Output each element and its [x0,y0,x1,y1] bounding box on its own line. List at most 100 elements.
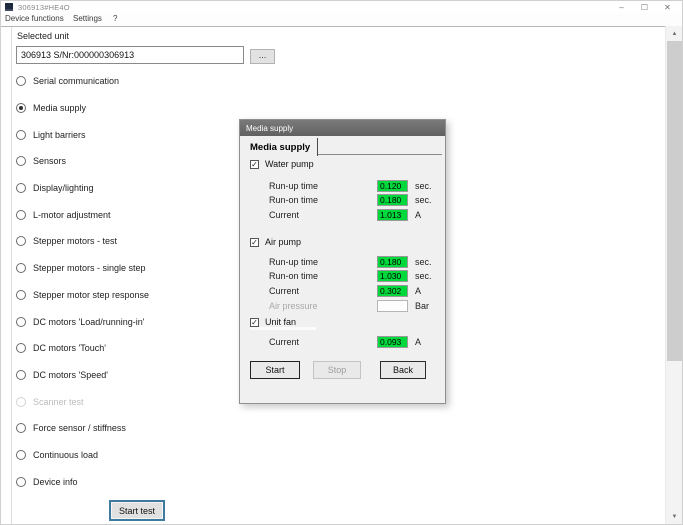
row-label: Run-on time [269,195,318,205]
radio-stepper-motors-test[interactable]: Stepper motors - test [16,228,149,255]
water-pump-run-on-row: Run-on time 0.180 sec. [240,194,445,207]
radio-icon [16,423,26,433]
vertical-scrollbar[interactable]: ▲ ▼ [665,26,682,524]
row-label: Current [269,286,299,296]
radio-icon [16,370,26,380]
value-field: 0.302 [377,285,408,297]
row-label: Air pressure [269,301,318,311]
close-icon[interactable]: ✕ [656,1,679,13]
radio-icon [16,156,26,166]
unit-label: sec. [415,271,432,281]
checkbox-checked-icon: ✓ [250,160,259,169]
start-button[interactable]: Start [250,361,300,379]
air-pump-current-row: Current 0.302 A [240,285,445,298]
value-field: 1.013 [377,209,408,221]
air-pump-run-up-row: Run-up time 0.180 sec. [240,256,445,269]
air-pump-air-pressure-row: Air pressure Bar [240,300,445,313]
radio-l-motor-adjustment[interactable]: L-motor adjustment [16,201,149,228]
radio-continuous-load[interactable]: Continuous load [16,442,149,469]
radio-icon [16,290,26,300]
app-window: 306913#HE4O – ☐ ✕ Device functions Setti… [0,0,683,525]
app-icon [5,3,13,11]
menu-bar: Device functions Settings ? [1,13,682,26]
dialog-tab-strip: Media supply [243,138,442,155]
unit-fan-current-row: Current 0.093 A [240,336,445,349]
radio-icon [16,236,26,246]
maximize-icon[interactable]: ☐ [633,1,656,13]
radio-icon [16,343,26,353]
row-label: Run-on time [269,271,318,281]
unit-fan-progress-strip [250,327,316,330]
radio-icon [16,450,26,460]
value-field: 0.120 [377,180,408,192]
air-pump-checkbox[interactable]: ✓ Air pump [250,236,301,248]
radio-icon [16,317,26,327]
unit-label: sec. [415,195,432,205]
radio-stepper-motor-step-response[interactable]: Stepper motor step response [16,282,149,309]
water-pump-current-row: Current 1.013 A [240,209,445,222]
start-test-button[interactable]: Start test [109,500,165,521]
radio-light-barriers[interactable]: Light barriers [16,121,149,148]
radio-dc-motors-speed[interactable]: DC motors 'Speed' [16,362,149,389]
scroll-up-icon[interactable]: ▲ [666,26,683,41]
radio-icon [16,103,26,113]
scrollbar-thumb[interactable] [667,41,682,361]
window-title: 306913#HE4O [18,3,70,12]
radio-icon [16,183,26,193]
unit-label: Bar [415,301,429,311]
menu-divider [1,26,682,27]
radio-display-lighting[interactable]: Display/lighting [16,175,149,202]
unit-label: sec. [415,257,432,267]
value-field: 0.093 [377,336,408,348]
air-pump-run-on-row: Run-on time 1.030 sec. [240,270,445,283]
tab-media-supply[interactable]: Media supply [243,138,318,156]
radio-media-supply[interactable]: Media supply [16,95,149,122]
window-controls: – ☐ ✕ [610,1,679,13]
menu-help[interactable]: ? [113,14,117,23]
radio-stepper-motors-single-step[interactable]: Stepper motors - single step [16,255,149,282]
radio-icon [16,263,26,273]
radio-dc-motors-load-running-in[interactable]: DC motors 'Load/running-in' [16,308,149,335]
selected-unit-input[interactable] [16,46,244,64]
radio-icon [16,210,26,220]
value-field [377,300,408,312]
unit-label: A [415,337,421,347]
dialog-titlebar[interactable]: Media supply [240,120,445,136]
radio-sensors[interactable]: Sensors [16,148,149,175]
radio-icon [16,477,26,487]
radio-icon [16,397,26,407]
value-field: 0.180 [377,256,408,268]
radio-icon [16,76,26,86]
row-label: Current [269,210,299,220]
unit-label: A [415,286,421,296]
unit-label: sec. [415,181,432,191]
checkbox-checked-icon: ✓ [250,318,259,327]
menu-device-functions[interactable]: Device functions [5,14,64,23]
radio-force-sensor-stiffness[interactable]: Force sensor / stiffness [16,415,149,442]
back-button[interactable]: Back [380,361,426,379]
row-label: Current [269,337,299,347]
row-label: Run-up time [269,181,318,191]
minimize-icon[interactable]: – [610,1,633,13]
panel-left-edge [11,27,12,524]
scroll-down-icon[interactable]: ▼ [666,509,683,524]
checkbox-checked-icon: ✓ [250,238,259,247]
menu-settings[interactable]: Settings [73,14,102,23]
media-supply-dialog: Media supply Media supply ✓ Water pump R… [239,119,446,404]
radio-icon [16,130,26,140]
value-field: 1.030 [377,270,408,282]
test-list: Serial communication Media supply Light … [16,68,149,495]
row-label: Run-up time [269,257,318,267]
water-pump-run-up-row: Run-up time 0.120 sec. [240,180,445,193]
radio-device-info[interactable]: Device info [16,468,149,495]
radio-dc-motors-touch[interactable]: DC motors 'Touch' [16,335,149,362]
stop-button: Stop [313,361,361,379]
radio-serial-communication[interactable]: Serial communication [16,68,149,95]
value-field: 0.180 [377,194,408,206]
window-titlebar[interactable]: 306913#HE4O – ☐ ✕ [1,1,682,13]
radio-scanner-test: Scanner test [16,388,149,415]
water-pump-checkbox[interactable]: ✓ Water pump [250,158,314,170]
unit-label: A [415,210,421,220]
browse-unit-button[interactable]: ... [250,49,275,64]
selected-unit-label: Selected unit [17,31,69,41]
